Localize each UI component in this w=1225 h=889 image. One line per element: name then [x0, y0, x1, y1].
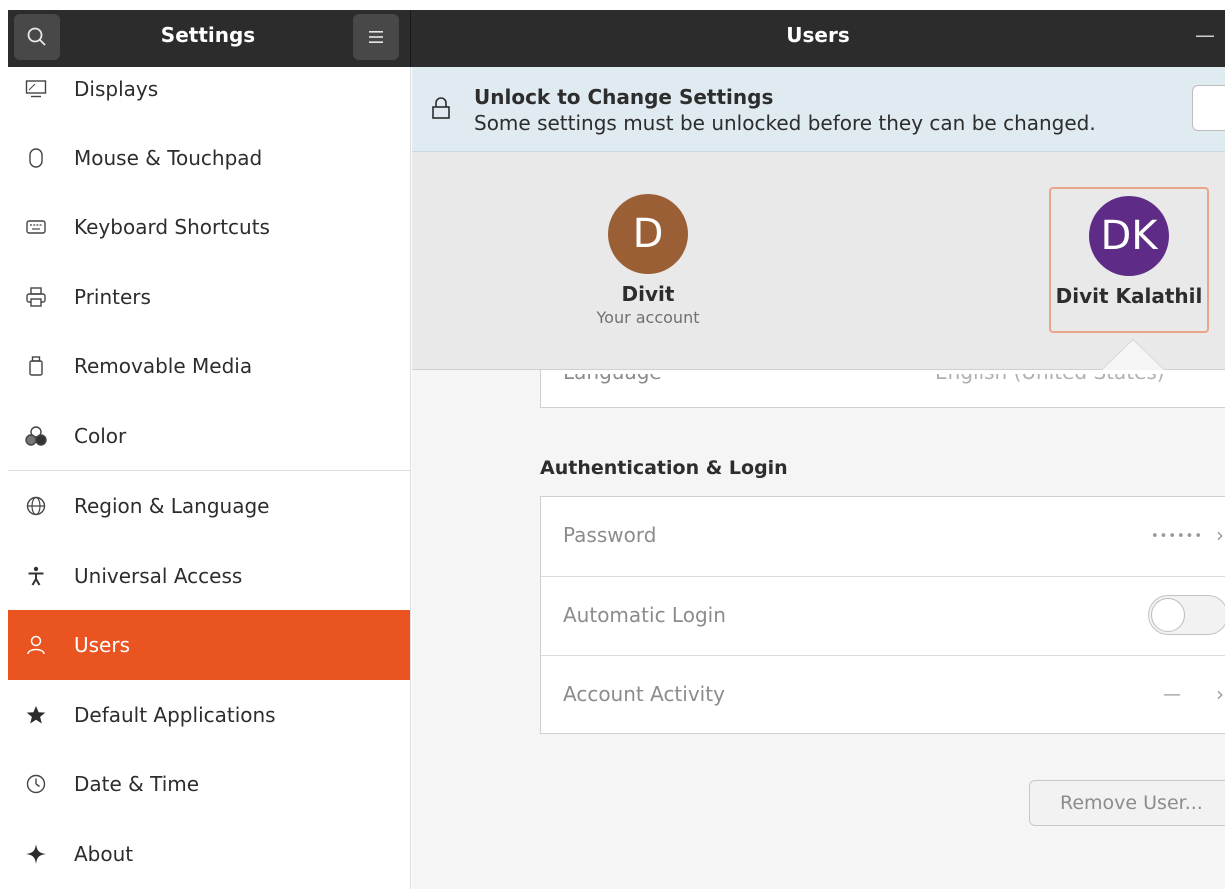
- user-subtitle: Your account: [596, 308, 700, 327]
- sidebar-item-label: Users: [74, 633, 131, 657]
- sidebar-item-universal-access[interactable]: Universal Access: [8, 541, 410, 611]
- sidebar-item-label: Printers: [74, 285, 151, 309]
- sidebar-item-label: Color: [74, 424, 127, 448]
- sidebar-item-region-language[interactable]: Region & Language: [8, 471, 410, 541]
- printer-icon: [24, 285, 48, 309]
- users-panel: Unlock to Change Settings Some settings …: [412, 67, 1225, 889]
- mouse-icon: [24, 146, 48, 170]
- sidebar-item-printers[interactable]: Printers: [8, 262, 410, 332]
- avatar: DK: [1089, 196, 1169, 276]
- chevron-right-icon: ›: [1216, 523, 1224, 547]
- globe-icon: [24, 494, 48, 518]
- sidebar-item-default-applications[interactable]: Default Applications: [8, 680, 410, 750]
- sidebar-item-users[interactable]: Users: [8, 610, 410, 680]
- sidebar-item-label: Displays: [74, 77, 159, 101]
- lock-icon: [432, 97, 450, 119]
- hamburger-icon: [369, 31, 383, 43]
- chevron-right-icon: ›: [1216, 682, 1224, 706]
- search-icon: [27, 27, 46, 46]
- password-value: ••••••: [1151, 529, 1204, 544]
- removable-media-icon: [24, 354, 48, 378]
- switch-knob: [1151, 598, 1185, 632]
- automatic-login-label: Automatic Login: [563, 603, 726, 627]
- infobar-title: Unlock to Change Settings: [474, 85, 774, 109]
- sidebar-item-keyboard-shortcuts[interactable]: Keyboard Shortcuts: [8, 192, 410, 262]
- automatic-login-switch[interactable]: [1148, 595, 1225, 635]
- unlock-infobar: Unlock to Change Settings Some settings …: [412, 67, 1225, 152]
- sidebar-item-date-time[interactable]: Date & Time: [8, 749, 410, 819]
- sidebar-item-mouse-touchpad[interactable]: Mouse & Touchpad: [8, 123, 410, 193]
- sidebar-item-color[interactable]: Color: [8, 401, 410, 471]
- automatic-login-row: Automatic Login: [541, 576, 1225, 655]
- account-activity-value: —: [1163, 684, 1181, 705]
- auth-list: Password •••••• › Automatic Login Accoun…: [540, 496, 1225, 734]
- sidebar-item-label: Date & Time: [74, 772, 200, 796]
- sidebar-item-label: Universal Access: [74, 564, 243, 588]
- auth-section-title: Authentication & Login: [540, 457, 788, 479]
- display-icon: [24, 77, 48, 101]
- menu-button[interactable]: [353, 14, 399, 60]
- sidebar-title: Settings: [160, 23, 256, 47]
- user-name: Divit: [621, 282, 675, 306]
- account-activity-row[interactable]: Account Activity — ›: [541, 655, 1225, 734]
- remove-user-button[interactable]: Remove User...: [1029, 780, 1225, 826]
- sidebar-item-removable-media[interactable]: Removable Media: [8, 331, 410, 401]
- infobar-message: Some settings must be unlocked before th…: [474, 111, 1096, 135]
- minimize-button[interactable]: —: [1195, 10, 1215, 61]
- carousel-pointer: [1102, 340, 1164, 370]
- accessibility-icon: [24, 564, 48, 588]
- user-carousel: D Divit Your account DK Divit Kalathil: [412, 152, 1225, 370]
- sidebar-item-label: Default Applications: [74, 703, 276, 727]
- user-card-divit-kalathil[interactable]: DK Divit Kalathil: [1049, 187, 1209, 333]
- page-title: Users: [786, 23, 850, 47]
- password-row[interactable]: Password •••••• ›: [541, 497, 1225, 576]
- password-label: Password: [563, 523, 657, 547]
- sidebar-item-label: Removable Media: [74, 354, 253, 378]
- clock-icon: [24, 772, 48, 796]
- sidebar-item-label: Mouse & Touchpad: [74, 146, 263, 170]
- unlock-button[interactable]: [1192, 85, 1225, 131]
- sidebar-item-label: Keyboard Shortcuts: [74, 215, 270, 239]
- header-bar: Settings Users —: [8, 10, 1225, 67]
- sidebar-item-label: About: [74, 842, 134, 866]
- keyboard-icon: [24, 215, 48, 239]
- sparkle-icon: [24, 842, 48, 866]
- account-activity-label: Account Activity: [563, 682, 725, 706]
- user-name: Divit Kalathil: [1055, 284, 1203, 308]
- user-icon: [24, 633, 48, 657]
- sidebar-header: Settings: [8, 10, 411, 67]
- language-row[interactable]: Language English (United States): [540, 370, 1225, 408]
- sidebar-item-about[interactable]: About: [8, 819, 410, 889]
- sidebar-item-label: Region & Language: [74, 494, 270, 518]
- sidebar-item-displays[interactable]: Displays: [8, 67, 410, 124]
- avatar: D: [608, 194, 688, 274]
- search-button[interactable]: [14, 14, 60, 60]
- star-icon: [24, 703, 48, 727]
- sidebar: Displays Mouse & Touchpad Keyboard Short…: [8, 67, 411, 889]
- user-card-divit[interactable]: D Divit Your account: [588, 194, 708, 327]
- color-icon: [24, 424, 48, 448]
